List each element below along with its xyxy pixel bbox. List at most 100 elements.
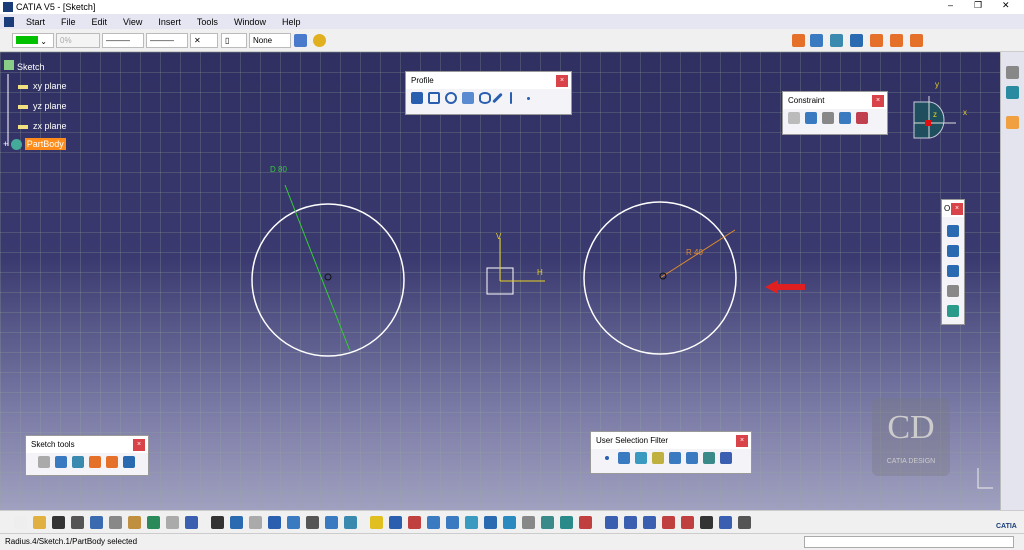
command-input[interactable] xyxy=(804,536,1014,548)
corner-icon[interactable] xyxy=(947,225,959,237)
transparency-select[interactable]: 0% xyxy=(56,33,100,48)
zoom-in-icon[interactable] xyxy=(427,516,440,529)
app-menu-icon[interactable] xyxy=(4,16,14,27)
copy-icon[interactable] xyxy=(109,516,122,529)
radius-label[interactable]: R 40 xyxy=(686,248,703,257)
diameter-dimension-line[interactable] xyxy=(284,184,351,352)
fix-together-icon[interactable] xyxy=(839,112,851,124)
surface-filter-icon[interactable] xyxy=(635,452,647,464)
redo-icon[interactable] xyxy=(166,516,179,529)
tree-icon[interactable] xyxy=(287,516,300,529)
minimize-button[interactable]: – xyxy=(948,0,953,10)
graphic-properties-icon[interactable] xyxy=(313,34,326,47)
undo-icon[interactable] xyxy=(147,516,160,529)
rotate-icon[interactable] xyxy=(408,516,421,529)
menu-tools[interactable]: Tools xyxy=(189,17,226,27)
dim7-icon[interactable] xyxy=(719,516,732,529)
dim4-icon[interactable] xyxy=(662,516,675,529)
zoom-out-icon[interactable] xyxy=(446,516,459,529)
geometrical-constraints-icon[interactable] xyxy=(89,456,101,468)
construction-icon[interactable] xyxy=(830,34,843,47)
dimensional-constraints-icon[interactable] xyxy=(106,456,118,468)
sketch-analysis-icon[interactable] xyxy=(560,516,573,529)
auto-constraint-icon[interactable] xyxy=(856,112,868,124)
views-icon[interactable] xyxy=(484,516,497,529)
menu-insert[interactable]: Insert xyxy=(150,17,189,27)
lock-icon[interactable] xyxy=(306,516,319,529)
close-button[interactable]: ✕ xyxy=(1002,0,1010,11)
constraint-update-icon[interactable] xyxy=(579,516,592,529)
construction-element-icon[interactable] xyxy=(72,456,84,468)
layer-icon-select[interactable]: ▯ xyxy=(221,33,247,48)
menu-window[interactable]: Window xyxy=(226,17,274,27)
dim2-icon[interactable] xyxy=(624,516,637,529)
trim-icon[interactable] xyxy=(947,265,959,277)
color-select[interactable]: ⌄ xyxy=(12,33,54,48)
geometric-constraints-icon[interactable] xyxy=(850,34,863,47)
layer-select[interactable]: None xyxy=(249,33,291,48)
tree-item-zx-plane[interactable]: zx plane xyxy=(18,121,67,131)
menu-start[interactable]: Start xyxy=(18,17,53,27)
point-filter-icon[interactable] xyxy=(605,456,609,460)
auto-constraint-icon[interactable] xyxy=(890,34,903,47)
dim6-icon[interactable] xyxy=(700,516,713,529)
paste-icon[interactable] xyxy=(128,516,141,529)
feature-filter-icon[interactable] xyxy=(669,452,681,464)
circle-icon[interactable] xyxy=(445,92,457,104)
fit-all-icon[interactable] xyxy=(370,516,383,529)
dim3-icon[interactable] xyxy=(643,516,656,529)
menu-file[interactable]: File xyxy=(53,17,84,27)
grid-icon[interactable] xyxy=(38,456,50,468)
mirror-icon[interactable] xyxy=(947,285,959,297)
hide-show-icon[interactable] xyxy=(522,516,535,529)
volume-filter-icon[interactable] xyxy=(652,452,664,464)
constraints-dialog-icon[interactable] xyxy=(788,112,800,124)
curve-filter-icon[interactable] xyxy=(618,452,630,464)
diameter-label[interactable]: D 80 xyxy=(270,165,287,174)
close-icon[interactable]: × xyxy=(872,95,884,107)
menu-help[interactable]: Help xyxy=(274,17,309,27)
visualization-icon[interactable] xyxy=(910,34,923,47)
print-icon[interactable] xyxy=(71,516,84,529)
dim8-icon[interactable] xyxy=(738,516,751,529)
tree-item-yz-plane[interactable]: yz plane xyxy=(18,101,67,111)
menu-edit[interactable]: Edit xyxy=(84,17,116,27)
contact-constraint-icon[interactable] xyxy=(822,112,834,124)
center-point-left[interactable] xyxy=(324,273,332,281)
close-icon[interactable]: × xyxy=(133,439,145,451)
measure-icon[interactable] xyxy=(249,516,262,529)
open-icon[interactable] xyxy=(33,516,46,529)
formula-icon[interactable] xyxy=(211,516,224,529)
grip-icon[interactable] xyxy=(1006,66,1019,79)
close-icon[interactable]: × xyxy=(736,435,748,447)
pan-icon[interactable] xyxy=(389,516,402,529)
menu-view[interactable]: View xyxy=(115,17,150,27)
close-icon[interactable]: × xyxy=(951,203,963,215)
project-3d-icon[interactable] xyxy=(947,305,959,317)
automatic-constraint-icon[interactable] xyxy=(123,456,135,468)
table-icon[interactable] xyxy=(268,516,281,529)
ellipse-icon[interactable] xyxy=(479,92,491,104)
chamfer-icon[interactable] xyxy=(947,245,959,257)
snap-to-point-icon[interactable] xyxy=(55,456,67,468)
tool-filter-icon[interactable] xyxy=(703,452,715,464)
comment-icon[interactable] xyxy=(230,516,243,529)
profile-icon[interactable] xyxy=(411,92,423,104)
restore-button[interactable]: ❐ xyxy=(974,0,982,11)
save-icon[interactable] xyxy=(52,516,65,529)
spline-icon[interactable] xyxy=(462,92,474,104)
fly-icon[interactable] xyxy=(344,516,357,529)
whats-this-icon[interactable] xyxy=(185,516,198,529)
point-type-select[interactable]: ✕ xyxy=(190,33,218,48)
tree-item-partbody[interactable]: + PartBody xyxy=(3,138,66,151)
dimensional-constraints-icon[interactable] xyxy=(870,34,883,47)
tree-item-xy-plane[interactable]: xy plane xyxy=(18,81,67,91)
line-icon[interactable] xyxy=(492,92,503,104)
normal-view-icon[interactable] xyxy=(465,516,478,529)
linetype-select[interactable]: ——— xyxy=(102,33,144,48)
dim5-icon[interactable] xyxy=(681,516,694,529)
cut-icon[interactable] xyxy=(90,516,103,529)
close-icon[interactable]: × xyxy=(556,75,568,87)
select-icon[interactable] xyxy=(1006,116,1019,129)
expand-icon[interactable]: + xyxy=(3,139,8,149)
